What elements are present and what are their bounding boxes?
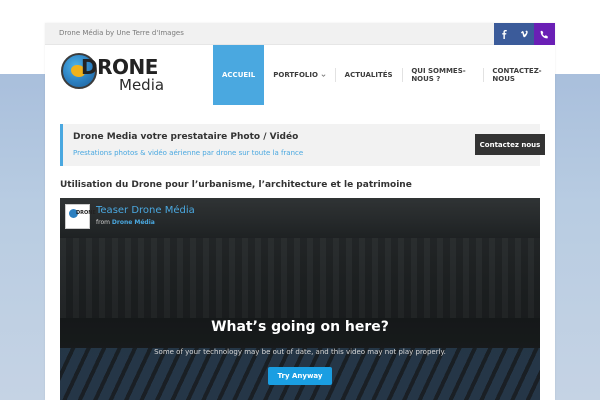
vimeo-icon (520, 30, 528, 37)
channel-avatar[interactable]: DRONE (65, 204, 96, 229)
video-error-message: Some of your technology may be out of da… (154, 348, 446, 356)
promo-subtitle: Prestations photos & vidéo aérienne par … (73, 149, 304, 157)
vimeo-button[interactable] (514, 23, 534, 45)
phone-button[interactable] (534, 23, 555, 45)
chevron-down-icon (321, 73, 326, 77)
nav-item-portfolio[interactable]: PORTFOLIO (264, 45, 335, 105)
top-bar: Drone Média by Une Terre d'Images (45, 23, 555, 45)
video-byline-prefix: from (96, 219, 110, 226)
avatar-logo-text: DRONE (76, 210, 96, 216)
site-logo[interactable]: DRONE Media (61, 52, 176, 100)
video-error-heading: What’s going on here? (211, 319, 389, 335)
site-header: DRONE Media ACCUEIL PORTFOLIO ACTUALITÉS… (45, 45, 555, 105)
nav-item-portfolio-label: PORTFOLIO (273, 71, 318, 79)
video-player[interactable]: DRONE Teaser Drone Média from Drone Médi… (60, 198, 540, 400)
try-anyway-button[interactable]: Try Anyway (268, 367, 332, 385)
nav-item-qui-sommes-nous[interactable]: QUI SOMMES-NOUS ? (402, 45, 482, 105)
section-title: Utilisation du Drone pour l’urbanisme, l… (60, 180, 412, 190)
main-navigation: ACCUEIL PORTFOLIO ACTUALITÉS QUI SOMMES-… (213, 45, 555, 105)
video-title[interactable]: Teaser Drone Média (96, 205, 195, 216)
facebook-button[interactable] (494, 23, 514, 45)
contact-us-button[interactable]: Contactez nous (475, 134, 545, 155)
video-author-link[interactable]: Drone Média (112, 219, 155, 226)
nav-item-accueil[interactable]: ACCUEIL (213, 45, 265, 105)
nav-item-actualites[interactable]: ACTUALITÉS (336, 45, 402, 105)
phone-icon (540, 30, 548, 38)
logo-word-media: Media (119, 76, 165, 94)
video-byline: from Drone Média (96, 219, 155, 226)
nav-item-contactez-nous[interactable]: CONTACTEZ-NOUS (483, 45, 555, 105)
promo-banner: Drone Media votre prestataire Photo / Vi… (60, 124, 545, 166)
site-container: Drone Média by Une Terre d'Images DRONE … (45, 23, 555, 400)
facebook-icon (501, 29, 507, 39)
promo-title: Drone Media votre prestataire Photo / Vi… (73, 132, 299, 142)
site-tagline: Drone Média by Une Terre d'Images (59, 29, 184, 37)
